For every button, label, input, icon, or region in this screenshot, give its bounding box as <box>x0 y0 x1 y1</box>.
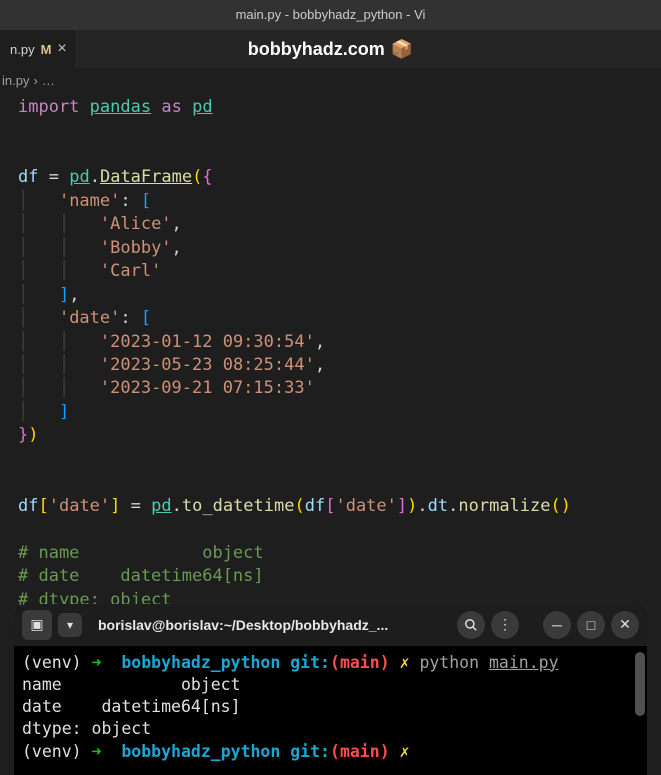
keyword-as: as <box>161 97 181 117</box>
tab-bar: n.py M × bobbyhadz.com 📦 <box>0 30 661 68</box>
terminal-window: ▣ ▾ borislav@borislav:~/Desktop/bobbyhad… <box>14 604 647 775</box>
alias-pd: pd <box>192 97 212 117</box>
terminal-titlebar: ▣ ▾ borislav@borislav:~/Desktop/bobbyhad… <box>14 604 647 646</box>
tab-filename: n.py <box>10 42 35 57</box>
chevron-right-icon: › <box>33 73 37 88</box>
module-pandas: pandas <box>90 97 151 117</box>
breadcrumb[interactable]: in.py › … <box>0 68 661 92</box>
cmd-file: main.py <box>489 653 559 672</box>
terminal-title: borislav@borislav:~/Desktop/bobbyhadz_..… <box>88 617 451 633</box>
modified-indicator: M <box>41 42 52 57</box>
maximize-button[interactable]: □ <box>577 611 605 639</box>
comment: # name object <box>18 543 264 563</box>
package-icon: 📦 <box>391 39 413 60</box>
terminal-dropdown-button[interactable]: ▾ <box>58 613 82 637</box>
minimize-button[interactable]: ─ <box>543 611 571 639</box>
terminal-output[interactable]: (venv) ➜ bobbyhadz_python git:(main) ✗ p… <box>14 646 647 775</box>
window-title: main.py - bobbyhadz_python - Vi <box>236 7 426 22</box>
watermark-text: bobbyhadz.com <box>248 39 385 60</box>
prompt-dir: bobbyhadz_python <box>121 653 280 672</box>
watermark: bobbyhadz.com 📦 <box>248 39 413 60</box>
prompt-arrow: ➜ <box>92 653 102 672</box>
code-editor[interactable]: import pandas as pd df = pd.DataFrame({ … <box>0 92 661 635</box>
git-branch: main <box>340 653 380 672</box>
terminal-scrollbar[interactable] <box>635 652 645 716</box>
window-titlebar: main.py - bobbyhadz_python - Vi <box>0 0 661 30</box>
close-icon[interactable]: × <box>57 40 66 58</box>
git-dirty-icon: ✗ <box>400 653 410 672</box>
output-line: dtype: object <box>22 719 151 738</box>
editor-tab[interactable]: n.py M × <box>0 30 75 68</box>
menu-icon[interactable]: ⋮ <box>491 611 519 639</box>
fn-normalize: normalize <box>458 496 550 516</box>
breadcrumb-file: in.py <box>2 73 29 88</box>
fn-dataframe: DataFrame <box>100 167 192 187</box>
comment: # date datetime64[ns] <box>18 566 264 586</box>
search-icon[interactable] <box>457 611 485 639</box>
var-df: df <box>18 167 38 187</box>
output-line: name object <box>22 675 241 694</box>
breadcrumb-more: … <box>42 73 55 88</box>
close-button[interactable]: ✕ <box>611 611 639 639</box>
keyword-import: import <box>18 97 79 117</box>
terminal-new-tab-button[interactable]: ▣ <box>22 610 52 640</box>
output-line: date datetime64[ns] <box>22 697 241 716</box>
fn-to-datetime: to_datetime <box>182 496 295 516</box>
